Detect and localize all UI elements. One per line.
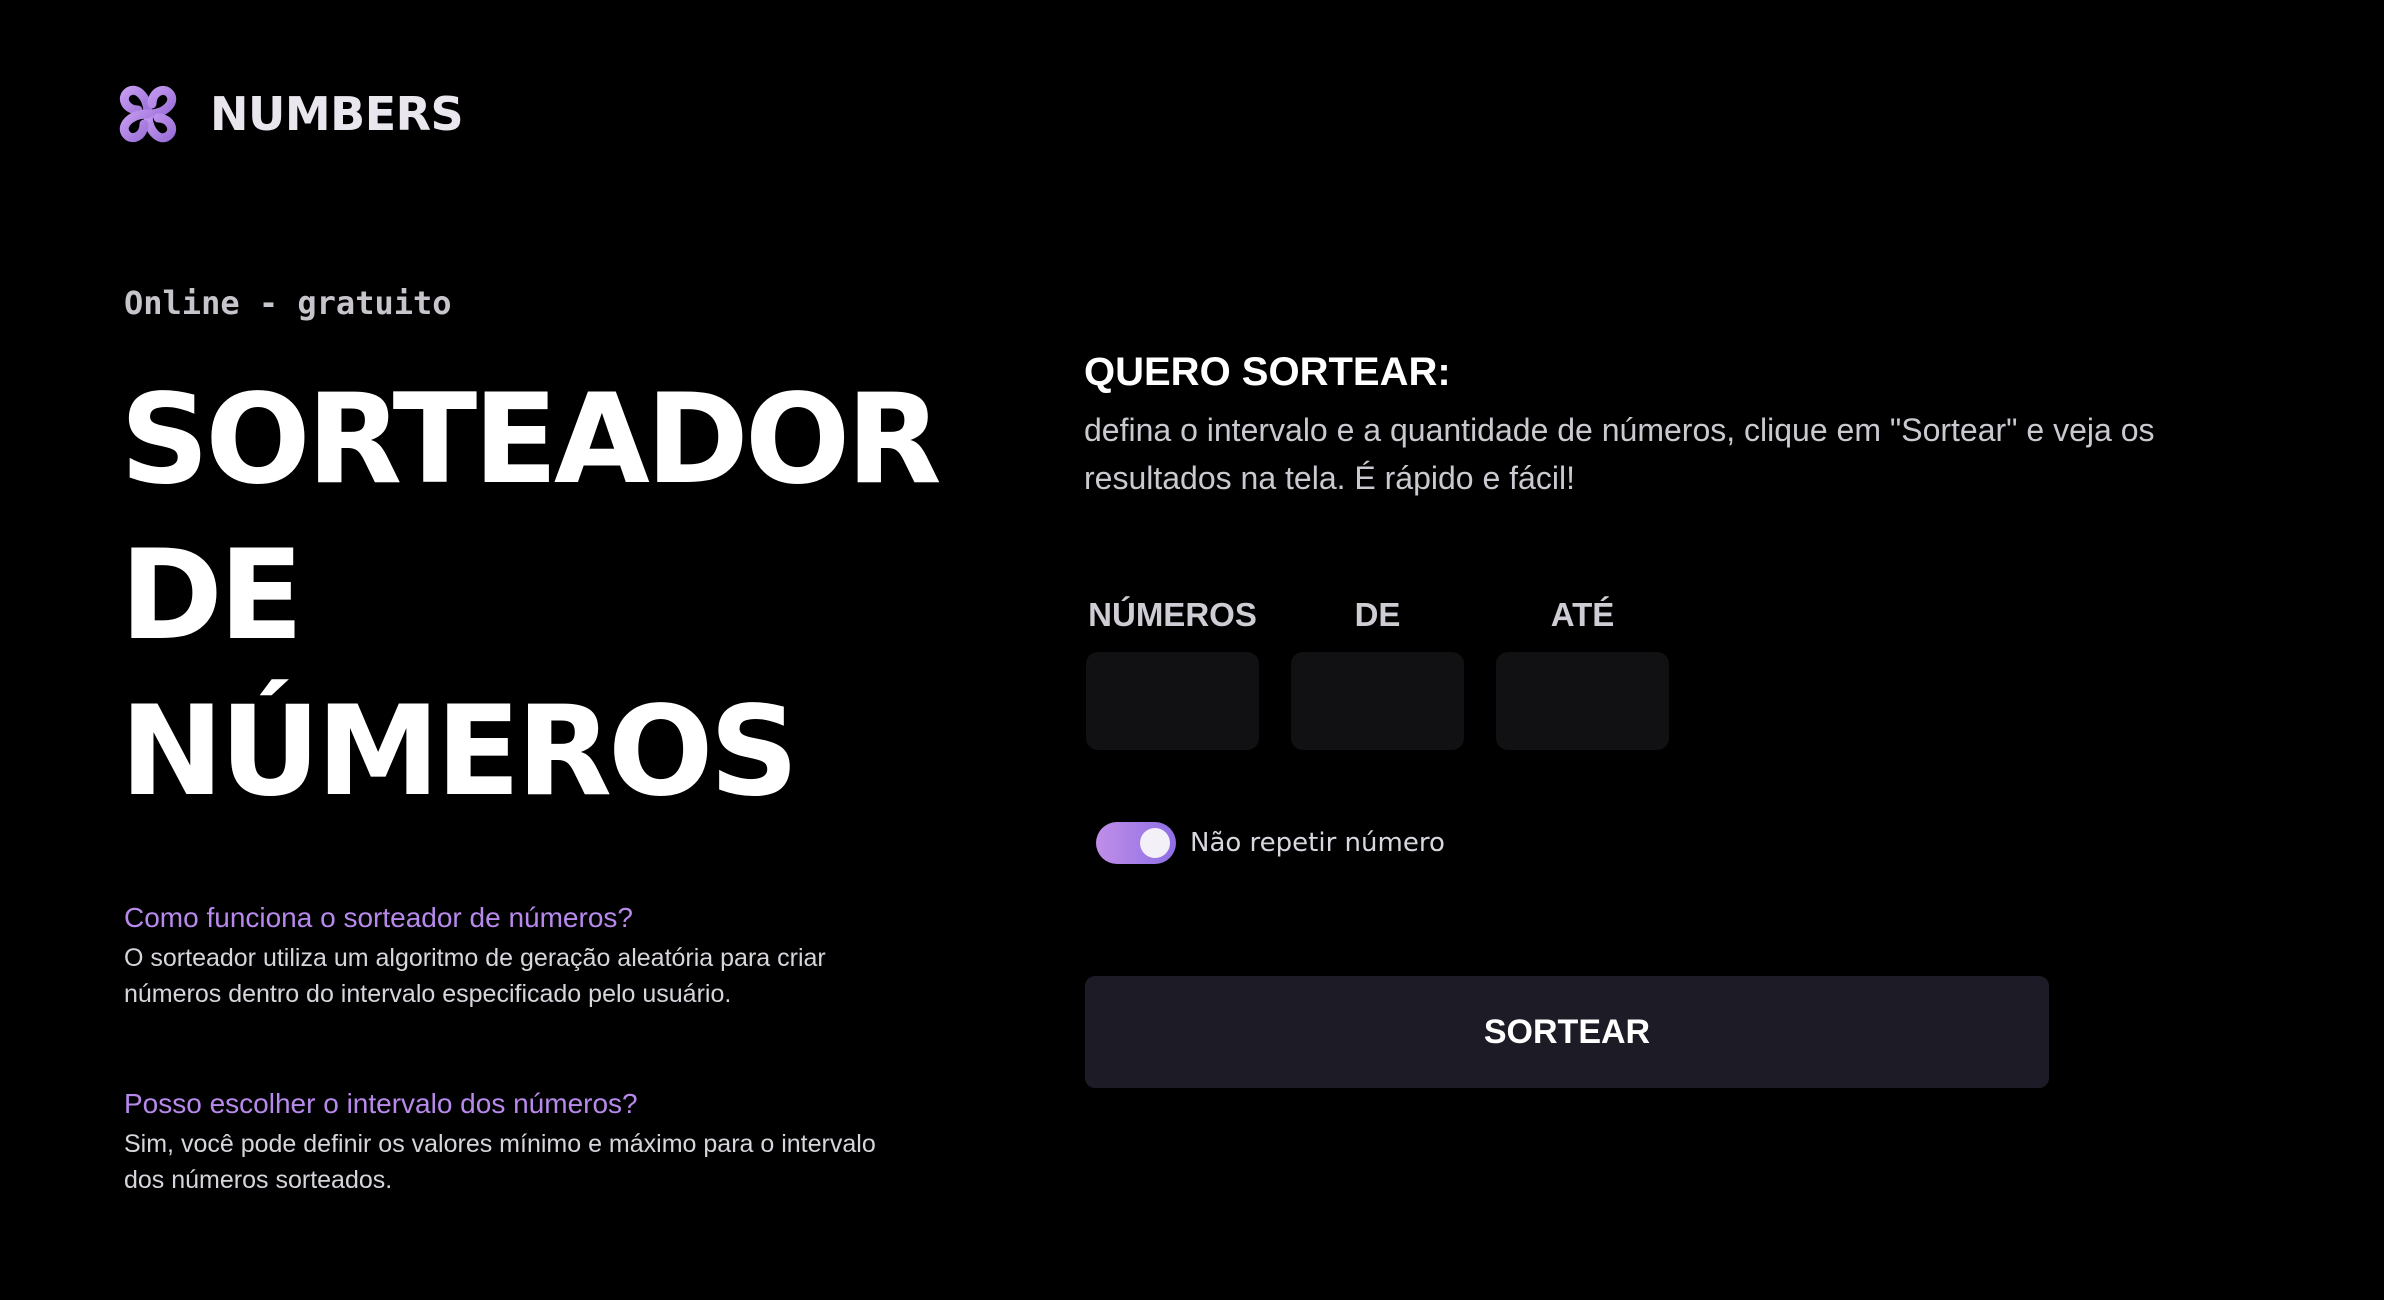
min-field-group: DE [1291, 590, 1464, 750]
page-title-line: NÚMEROS [120, 680, 799, 824]
faq-answer: O sorteador utiliza um algoritmo de gera… [124, 944, 826, 1008]
draw-description: defina o intervalo e a quantidade de núm… [1084, 412, 2155, 496]
page-title-line: SORTEADOR [120, 368, 942, 512]
faq-question: Como funciona o sorteador de números? [124, 902, 633, 933]
no-repeat-option: Não repetir número [1096, 822, 1445, 864]
tagline: Online - gratuito [124, 284, 452, 322]
quantity-input[interactable] [1086, 652, 1259, 750]
max-field-group: ATÉ [1496, 590, 1669, 750]
knot-logo-icon [119, 85, 177, 143]
draw-heading: QUERO SORTEAR: [1084, 350, 1451, 394]
faq-question: Posso escolher o intervalo dos números? [124, 1088, 638, 1119]
max-input[interactable] [1496, 652, 1669, 750]
faq-item: Posso escolher o intervalo dos números? … [124, 1086, 884, 1198]
faq-answer: Sim, você pode definir os valores mínimo… [124, 1130, 876, 1194]
quantity-label: NÚMEROS [1088, 596, 1257, 633]
page-title-line: DE [120, 524, 304, 668]
min-label: DE [1354, 596, 1401, 633]
page: NUMBERS Online - gratuito SORTEADOR DE N… [0, 0, 2384, 1300]
toggle-knob [1140, 828, 1170, 858]
quantity-field-group: NÚMEROS [1086, 590, 1259, 750]
no-repeat-label[interactable]: Não repetir número [1190, 828, 1445, 858]
no-repeat-toggle[interactable] [1096, 822, 1176, 864]
max-label: ATÉ [1550, 596, 1615, 633]
brand-name: NUMBERS [210, 87, 464, 141]
faq-item: Como funciona o sorteador de números? O … [124, 900, 884, 1012]
min-input[interactable] [1291, 652, 1464, 750]
draw-button[interactable]: SORTEAR [1085, 976, 2049, 1088]
brand-logo[interactable]: NUMBERS [112, 78, 464, 150]
range-fields: NÚMEROS DE ATÉ [1086, 590, 1669, 750]
page-title: SORTEADOR DE NÚMEROS [120, 362, 980, 830]
